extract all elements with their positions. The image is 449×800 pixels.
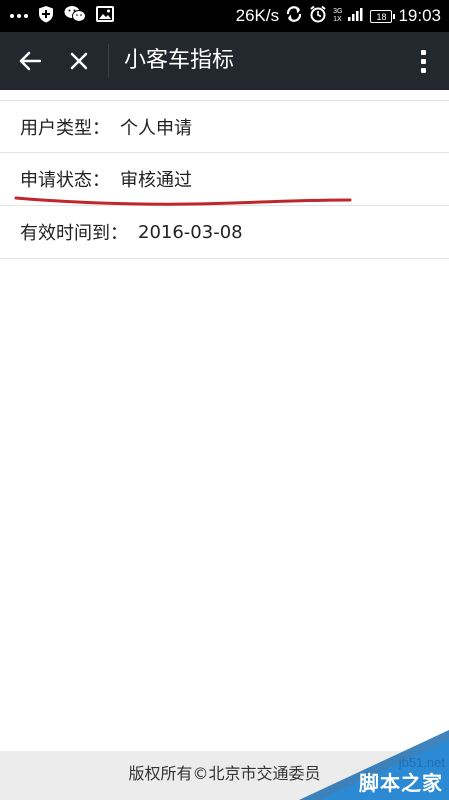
valid-until-label: 有效时间到： xyxy=(20,223,128,244)
more-dots-icon xyxy=(10,14,28,18)
wechat-icon xyxy=(64,5,86,28)
page-title: 小客车指标 xyxy=(124,48,235,73)
network-subtype: 1X xyxy=(333,16,342,23)
apply-status-value: 审核通过 xyxy=(120,170,192,191)
alarm-icon xyxy=(309,5,327,28)
signal-icon: 3G 1X xyxy=(333,8,342,24)
valid-until-value: 2016-03-08 xyxy=(138,221,243,243)
sync-icon xyxy=(285,5,303,28)
close-button[interactable] xyxy=(58,32,100,90)
more-dot xyxy=(420,67,426,73)
user-type-row: 用户类型： 个人申请 xyxy=(0,100,449,153)
status-left xyxy=(10,0,114,32)
user-type-label: 用户类型： xyxy=(20,117,110,139)
shield-plus-icon xyxy=(38,5,54,28)
valid-until-row: 有效时间到： 2016-03-08 xyxy=(0,206,449,259)
user-type-value: 个人申请 xyxy=(120,117,192,139)
status-bar: 26K/s 3G 1X 18 19:03 xyxy=(0,0,449,32)
copyright-text: 版权所有©北京市交通委员 xyxy=(128,764,321,783)
more-dot xyxy=(420,58,426,64)
info-list: 用户类型： 个人申请 申请状态： 审核通过 有效时间到： 2016-03-08 xyxy=(0,100,449,259)
network-type: 3G xyxy=(333,8,343,15)
net-speed: 26K/s xyxy=(235,6,280,25)
status-right: 26K/s 3G 1X 18 19:03 xyxy=(236,0,441,32)
app-bar: 小客车指标 xyxy=(0,32,449,90)
apply-status-label: 申请状态： xyxy=(20,170,110,191)
more-button[interactable] xyxy=(411,32,435,90)
back-arrow-icon xyxy=(19,51,41,71)
close-icon xyxy=(70,52,88,70)
image-icon xyxy=(96,5,114,27)
more-vertical-icon xyxy=(420,49,426,55)
footer: 版权所有©北京市交通委员 xyxy=(0,751,449,800)
apply-status-row: 申请状态： 审核通过 xyxy=(0,153,449,206)
app-bar-divider xyxy=(108,44,109,78)
signal-bars-icon xyxy=(348,6,364,26)
clock: 19:03 xyxy=(398,6,441,25)
battery-icon: 18 xyxy=(370,9,396,23)
back-button[interactable] xyxy=(10,32,50,90)
